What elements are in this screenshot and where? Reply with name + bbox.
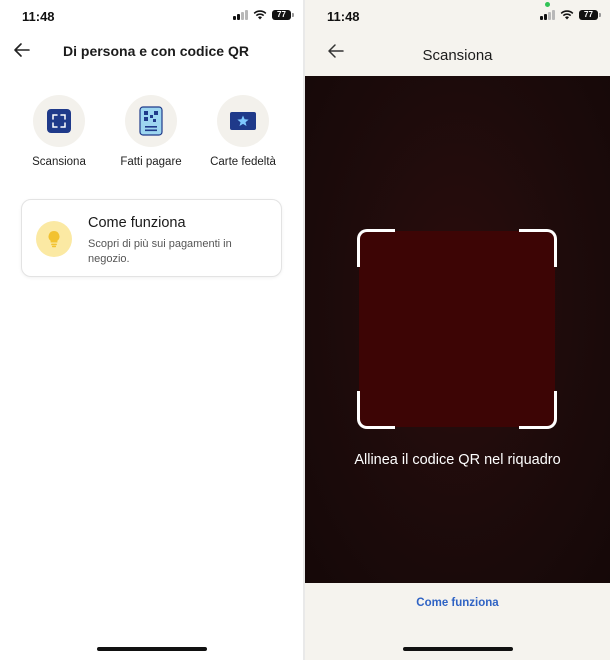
home-indicator[interactable] — [403, 647, 513, 651]
status-bar: 11:48 77 — [0, 0, 303, 30]
status-time: 11:48 — [22, 9, 55, 24]
loyalty-card-icon — [230, 112, 256, 130]
camera-viewfinder: Allinea il codice QR nel riquadro — [305, 76, 610, 583]
status-icons: 77 — [233, 10, 294, 20]
privacy-indicator-dot — [545, 2, 550, 7]
frame-corner — [357, 229, 395, 267]
request-payment-action-label: Fatti pagare — [120, 156, 182, 168]
loyalty-cards-action-button[interactable]: Carte fedeltà — [198, 95, 288, 168]
scan-action-button[interactable]: Scansiona — [14, 95, 104, 168]
loyalty-cards-action-circle — [217, 95, 269, 147]
frame-corner — [519, 391, 557, 429]
qr-code-icon — [139, 106, 163, 136]
status-bar: 11:48 77 — [305, 0, 610, 30]
home-indicator[interactable] — [97, 647, 207, 651]
battery-icon: 77 — [579, 10, 601, 20]
signal-icon — [233, 10, 248, 20]
arrow-left-icon — [14, 43, 30, 57]
page-title: Di persona e con codice QR — [63, 43, 249, 59]
right-screen: 11:48 77 Scansiona Allinea il codice QR … — [305, 0, 610, 660]
status-time: 11:48 — [327, 9, 360, 24]
frame-corner — [357, 391, 395, 429]
lightbulb-badge — [36, 221, 72, 257]
request-payment-action-circle — [125, 95, 177, 147]
page-title: Scansiona — [422, 47, 493, 64]
frame-corner — [519, 229, 557, 267]
scan-action-label: Scansiona — [32, 156, 86, 168]
request-payment-action-button[interactable]: Fatti pagare — [106, 95, 196, 168]
wifi-icon — [560, 10, 574, 20]
battery-icon: 77 — [272, 10, 294, 20]
scan-action-circle — [33, 95, 85, 147]
lightbulb-icon — [48, 231, 60, 248]
scan-icon — [47, 109, 71, 133]
card-description: Scopri di più sui pagamenti in negozio. — [88, 238, 232, 265]
wifi-icon — [253, 10, 267, 20]
how-it-works-link[interactable]: Come funziona — [305, 597, 610, 609]
card-title: Come funziona — [88, 215, 186, 231]
signal-icon — [540, 10, 555, 20]
left-screen: 11:48 77 Di persona e con codice QR Scan… — [0, 0, 303, 660]
status-icons: 77 — [540, 10, 601, 20]
scan-hint: Allinea il codice QR nel riquadro — [354, 452, 561, 468]
back-button[interactable] — [11, 39, 33, 61]
how-it-works-card[interactable]: Come funziona Scopri di più sui pagament… — [21, 199, 282, 277]
loyalty-cards-action-label: Carte fedeltà — [210, 156, 276, 168]
scan-frame — [357, 229, 557, 429]
